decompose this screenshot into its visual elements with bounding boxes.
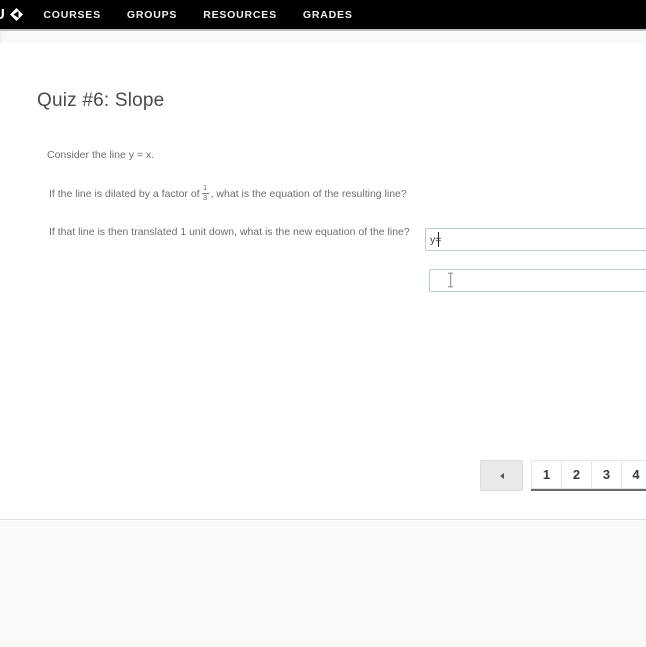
question-1-text-before: If the line is dilated by a factor of: [49, 188, 200, 200]
page-title: Quiz #6: Slope: [37, 90, 165, 111]
question-2-text: If that line is then translated 1 unit d…: [49, 226, 410, 238]
pagination: 1 2 3 4: [480, 460, 646, 491]
triangle-left-icon: [499, 472, 504, 479]
answer-input-question-1[interactable]: [425, 228, 646, 251]
pagination-page-2[interactable]: 2: [561, 460, 591, 489]
quiz-page-screen: U COURSES GROUPS RESOURCES GRADES Quiz #…: [0, 0, 646, 647]
pagination-page-3[interactable]: 3: [591, 460, 621, 489]
nav-item-courses[interactable]: COURSES: [43, 9, 101, 21]
answer-input-question-2[interactable]: [429, 269, 646, 292]
fraction-denominator: 3: [203, 193, 208, 202]
fraction-numerator: 1: [203, 183, 208, 192]
fraction-one-third: 1 3: [201, 183, 209, 202]
nav-item-groups[interactable]: GROUPS: [127, 9, 177, 21]
question-row-2: If that line is then translated 1 unit d…: [49, 226, 410, 238]
nav-item-grades[interactable]: GRADES: [303, 9, 353, 21]
pagination-prev-button[interactable]: [480, 460, 523, 491]
quiz-content-card: Quiz #6: Slope Consider the line y = x. …: [0, 43, 646, 520]
nav-links: COURSES GROUPS RESOURCES GRADES: [43, 9, 352, 21]
question-1-text-after: , what is the equation of the resulting …: [210, 188, 407, 200]
pagination-page-list: 1 2 3 4: [531, 460, 646, 491]
header-band: [0, 31, 646, 43]
question-row-1: If the line is dilated by a factor of 1 …: [49, 183, 407, 203]
top-navigation-bar: U COURSES GROUPS RESOURCES GRADES: [0, 0, 646, 29]
page-footer: [0, 521, 646, 647]
quiz-intro-text: Consider the line y = x.: [47, 149, 155, 161]
site-logo[interactable]: U: [0, 7, 30, 22]
pagination-page-1[interactable]: 1: [531, 460, 561, 489]
diamond-arrow-icon: [9, 7, 24, 22]
pagination-page-4[interactable]: 4: [621, 460, 646, 489]
brand-text: U: [0, 7, 5, 22]
nav-item-resources[interactable]: RESOURCES: [203, 9, 277, 21]
text-caret: [438, 232, 439, 247]
